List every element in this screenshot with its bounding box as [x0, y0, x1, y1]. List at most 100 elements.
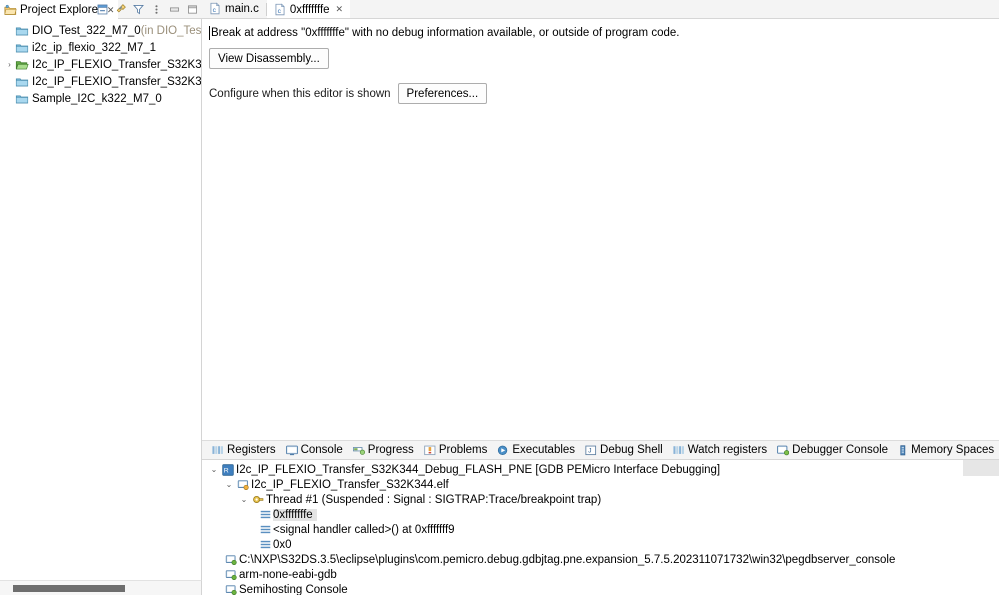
progress-icon [353, 445, 365, 456]
debug-tree-label: arm-none-eabi-gdb [239, 569, 341, 581]
debug-tree-label: C:\NXP\S32DS.3.5\eclipse\plugins\com.pem… [239, 554, 899, 566]
tab-memory-spaces[interactable]: Memory Spaces [893, 441, 999, 460]
tree-row[interactable]: I2c_IP_FLEXIO_Transfer_S32K344_Q172 [0, 73, 201, 90]
debug-tree-row[interactable]: 0xfffffffe [202, 507, 999, 522]
debug-tree-label: 0x0 [273, 539, 296, 551]
tree-row[interactable]: i2c_ip_flexio_322_M7_1 [0, 39, 201, 56]
editor-message-text: Break at address "0xfffffffe" with no de… [211, 27, 679, 39]
tab-label: Memory Spaces [911, 444, 994, 456]
editor-tab-label: 0xfffffffe [290, 4, 330, 16]
debug-tree-row[interactable]: ⌄ I2c_IP_FLEXIO_Transfer_S32K344.elf [202, 477, 999, 492]
project-explorer-view: Project Explorer ✕ [0, 0, 202, 595]
tab-label: Executables [512, 444, 575, 456]
project-explorer-icon [4, 4, 17, 17]
executables-icon [497, 445, 509, 456]
project-explorer-toolbar [95, 0, 200, 19]
process-icon [235, 479, 251, 491]
tree-item-label: I2c_IP_FLEXIO_Transfer_S32K344 [32, 59, 202, 71]
debug-tree-row[interactable]: ⌄ R I2c_IP_FLEXIO_Transfer_S32K344_Debug… [202, 462, 999, 477]
registers-icon [212, 445, 224, 456]
filter-icon[interactable] [131, 2, 146, 17]
close-icon[interactable]: ✕ [336, 5, 344, 14]
project-closed-icon [15, 92, 32, 106]
debugger-console-icon [777, 445, 789, 456]
project-explorer-tab-label: Project Explorer [20, 4, 102, 16]
tab-label: Progress [368, 444, 414, 456]
stack-frame-icon [257, 539, 273, 550]
project-tree[interactable]: DIO_Test_322_M7_0 (in DIO_Test_322_M i2c… [0, 19, 202, 580]
c-source-file-icon: c [209, 2, 221, 15]
tree-item-label: i2c_ip_flexio_322_M7_1 [32, 42, 156, 54]
tree-item-label: Sample_I2C_k322_M7_0 [32, 93, 162, 105]
debug-tree-row[interactable]: C:\NXP\S32DS.3.5\eclipse\plugins\com.pem… [202, 552, 999, 567]
horizontal-scrollbar[interactable] [0, 580, 202, 595]
tab-registers[interactable]: Registers [207, 441, 281, 460]
project-closed-icon [15, 24, 32, 38]
expand-arrow-icon[interactable]: › [4, 56, 15, 73]
tree-row[interactable]: › I2c_IP_FLEXIO_Transfer_S32K344 : Debug… [0, 56, 201, 73]
registers-icon [673, 445, 685, 456]
tab-label: Debug Shell [600, 444, 663, 456]
tab-debugger-console[interactable]: Debugger Console [772, 441, 893, 460]
debug-tree-row[interactable]: 0x0 [202, 537, 999, 552]
tab-main-c[interactable]: c main.c [202, 0, 266, 18]
preferences-button[interactable]: Preferences... [398, 83, 488, 104]
tab-label: Watch registers [688, 444, 767, 456]
view-disassembly-button[interactable]: View Disassembly... [209, 48, 329, 69]
configure-editor-label: Configure when this editor is shown [209, 88, 391, 100]
stack-frame-icon [257, 509, 273, 520]
tab-console[interactable]: Console [281, 441, 348, 460]
collapse-arrow-icon[interactable]: ⌄ [208, 465, 220, 474]
collapse-arrow-icon[interactable]: ⌄ [238, 495, 250, 504]
tree-row[interactable]: DIO_Test_322_M7_0 (in DIO_Test_322_M [0, 22, 201, 39]
text-caret [209, 26, 210, 40]
debug-tree-label: Semihosting Console [239, 584, 352, 595]
debug-tree-row[interactable]: arm-none-eabi-gdb [202, 567, 999, 582]
tab-0xfffffffe[interactable]: c 0xfffffffe ✕ [267, 0, 350, 18]
gdb-process-icon [223, 584, 239, 595]
project-explorer-tabbar: Project Explorer ✕ [0, 0, 202, 19]
tree-item-suffix: (in DIO_Test_322_M [141, 25, 202, 37]
tree-item-label: DIO_Test_322_M7_0 [32, 25, 141, 37]
memory-icon [898, 445, 908, 456]
debug-tree-row[interactable]: Semihosting Console [202, 582, 999, 595]
debug-tree-row[interactable]: ⌄ Thread #1 (Suspended : Signal : SIGTRA… [202, 492, 999, 507]
svg-text:R: R [224, 467, 229, 474]
tab-executables[interactable]: Executables [492, 441, 580, 460]
debug-tree-label: I2c_IP_FLEXIO_Transfer_S32K344_Debug_FLA… [236, 464, 724, 476]
debug-tree-label: <signal handler called>() at 0xfffffff9 [273, 524, 459, 536]
debug-view-panel: Registers Console [202, 440, 999, 595]
svg-text:J: J [588, 447, 591, 454]
tree-row[interactable]: Sample_I2C_k322_M7_0 [0, 90, 201, 107]
view-menu-icon[interactable] [149, 2, 164, 17]
debug-tree-label: 0xfffffffe [273, 509, 317, 521]
debug-tree-label: I2c_IP_FLEXIO_Transfer_S32K344.elf [251, 479, 453, 491]
project-open-icon [15, 58, 32, 72]
minimize-icon[interactable] [167, 2, 182, 17]
link-with-editor-icon[interactable] [113, 2, 128, 17]
gdb-process-icon [223, 569, 239, 581]
tab-watch-registers[interactable]: Watch registers [668, 441, 772, 460]
gdb-process-icon [223, 554, 239, 566]
editor-content[interactable]: Break at address "0xfffffffe" with no de… [202, 19, 999, 440]
launch-config-icon: R [220, 464, 236, 476]
tab-label: Problems [439, 444, 488, 456]
stack-frame-icon [257, 524, 273, 535]
editor-tabbar: c main.c c 0xfffffffe ✕ [202, 0, 999, 19]
tab-problems[interactable]: Problems [419, 441, 493, 460]
project-closed-icon [15, 41, 32, 55]
debug-shell-icon: J [585, 445, 597, 456]
debug-stack-tree[interactable]: ⌄ R I2c_IP_FLEXIO_Transfer_S32K344_Debug… [202, 460, 999, 595]
maximize-icon[interactable] [185, 2, 200, 17]
project-closed-icon [15, 75, 32, 89]
problems-icon [424, 445, 436, 456]
tree-item-label: I2c_IP_FLEXIO_Transfer_S32K344_Q172 [32, 76, 202, 88]
tab-debug-shell[interactable]: J Debug Shell [580, 441, 668, 460]
collapse-arrow-icon[interactable]: ⌄ [223, 480, 235, 489]
tab-label: Registers [227, 444, 276, 456]
debug-tree-row[interactable]: <signal handler called>() at 0xfffffff9 [202, 522, 999, 537]
collapse-all-icon[interactable] [95, 2, 110, 17]
scrollbar-thumb[interactable] [13, 585, 125, 592]
tab-progress[interactable]: Progress [348, 441, 419, 460]
panel-corner [963, 460, 999, 476]
